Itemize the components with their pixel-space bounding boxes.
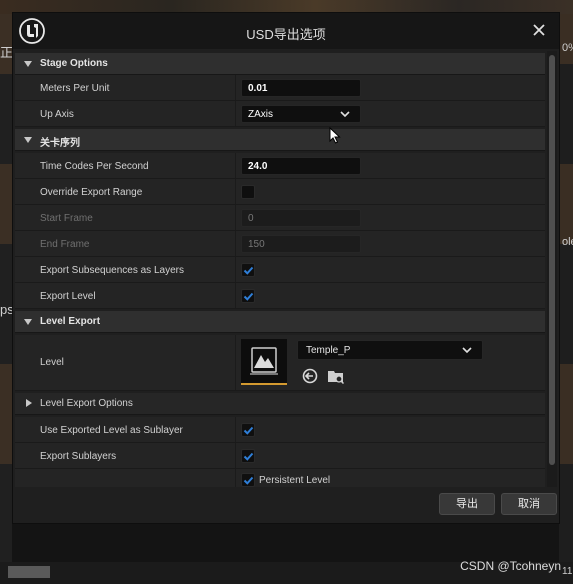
property-row-export-level: Export Level: [15, 283, 545, 309]
background-scroll-thumb: [8, 566, 50, 578]
end-frame-input: 150: [241, 235, 361, 253]
meters-per-unit-input[interactable]: 0.01: [241, 79, 361, 97]
watermark: CSDN @Tcohneyn: [460, 559, 561, 573]
section-level-export[interactable]: Level Export: [15, 311, 545, 333]
property-label: End Frame: [40, 239, 90, 250]
property-row-time-codes-per-second: Time Codes Per Second 24.0: [15, 153, 545, 179]
use-selected-asset-icon[interactable]: [302, 368, 318, 384]
level-asset-name: Temple_P: [306, 345, 351, 356]
section-label: Level Export Options: [40, 398, 133, 409]
property-label: Start Frame: [40, 213, 93, 224]
vertical-scrollbar[interactable]: [547, 51, 557, 487]
persistent-level-checkbox[interactable]: [241, 473, 255, 487]
up-axis-dropdown[interactable]: ZAxis: [241, 105, 361, 123]
property-row-meters-per-unit: Meters Per Unit 0.01: [15, 75, 545, 101]
use-exported-level-as-sublayer-checkbox[interactable]: [241, 423, 255, 437]
section-level-export-options[interactable]: Level Export Options: [15, 393, 545, 415]
property-row-use-exported-level-as-sublayer: Use Exported Level as Sublayer: [15, 417, 545, 443]
time-codes-per-second-input[interactable]: 24.0: [241, 157, 361, 175]
property-label: Up Axis: [40, 109, 74, 120]
collapse-arrow-icon[interactable]: [24, 137, 32, 143]
up-axis-value: ZAxis: [248, 109, 273, 120]
export-sublayers-checkbox[interactable]: [241, 449, 255, 463]
property-row-level: Level Temple_P: [15, 335, 545, 391]
background-text-fragment: ole: [562, 236, 573, 248]
start-frame-input: 0: [241, 209, 361, 227]
property-row-export-subsequences: Export Subsequences as Layers: [15, 257, 545, 283]
browse-to-asset-icon[interactable]: [327, 368, 345, 384]
property-label: Override Export Range: [40, 187, 143, 198]
checkmark-icon: [243, 452, 254, 461]
property-row-persistent-level: Persistent Level: [15, 469, 545, 487]
level-asset-thumbnail[interactable]: [241, 339, 287, 385]
section-label: Level Export: [40, 316, 101, 327]
property-label: Use Exported Level as Sublayer: [40, 425, 183, 436]
dialog-titlebar[interactable]: USD导出选项: [13, 13, 559, 49]
usd-export-options-dialog: USD导出选项 Stage Options Meters Per Unit 0.…: [12, 12, 560, 524]
section-label: 关卡序列: [40, 138, 80, 149]
collapse-arrow-icon[interactable]: [24, 61, 32, 67]
property-label: Time Codes Per Second: [40, 161, 149, 172]
checkmark-icon: [243, 426, 254, 435]
level-asset-picker[interactable]: Temple_P: [297, 340, 483, 360]
chevron-down-icon: [462, 347, 472, 354]
dialog-title: USD导出选项: [246, 27, 326, 42]
persistent-level-label: Persistent Level: [259, 475, 331, 486]
section-stage-options[interactable]: Stage Options: [15, 53, 545, 75]
background-left-panel: [0, 14, 12, 574]
details-panel[interactable]: Stage Options Meters Per Unit 0.01 Up Ax…: [15, 51, 545, 487]
property-label: Meters Per Unit: [40, 83, 110, 94]
property-row-export-sublayers: Export Sublayers: [15, 443, 545, 469]
property-row-override-export-range: Override Export Range: [15, 179, 545, 205]
mouse-cursor-icon: [329, 127, 341, 144]
property-label: Export Level: [40, 291, 96, 302]
property-label: Level: [40, 357, 64, 368]
background-text-fragment: 0%: [562, 42, 573, 54]
property-label: Export Sublayers: [40, 451, 117, 462]
checkmark-icon: [243, 266, 254, 275]
property-row-up-axis: Up Axis ZAxis: [15, 101, 545, 127]
checkmark-icon: [243, 476, 254, 485]
export-button[interactable]: 导出: [439, 493, 495, 515]
cancel-button[interactable]: 取消: [501, 493, 557, 515]
property-row-start-frame: Start Frame 0: [15, 205, 545, 231]
close-icon[interactable]: [531, 22, 547, 38]
property-row-end-frame: End Frame 150: [15, 231, 545, 257]
scrollbar-thumb[interactable]: [549, 55, 555, 465]
background-text-fragment: 11: [562, 566, 573, 577]
override-export-range-checkbox[interactable]: [241, 185, 255, 199]
background-right-panel: [559, 14, 573, 574]
section-label: Stage Options: [40, 58, 108, 69]
checkmark-icon: [243, 292, 254, 301]
collapse-arrow-icon[interactable]: [24, 319, 32, 325]
property-label: Export Subsequences as Layers: [40, 265, 184, 276]
level-map-icon: [250, 347, 278, 375]
section-level-sequence[interactable]: 关卡序列: [15, 129, 545, 151]
expand-arrow-icon[interactable]: [26, 399, 32, 407]
chevron-down-icon: [340, 111, 350, 118]
export-subsequences-checkbox[interactable]: [241, 263, 255, 277]
export-level-checkbox[interactable]: [241, 289, 255, 303]
